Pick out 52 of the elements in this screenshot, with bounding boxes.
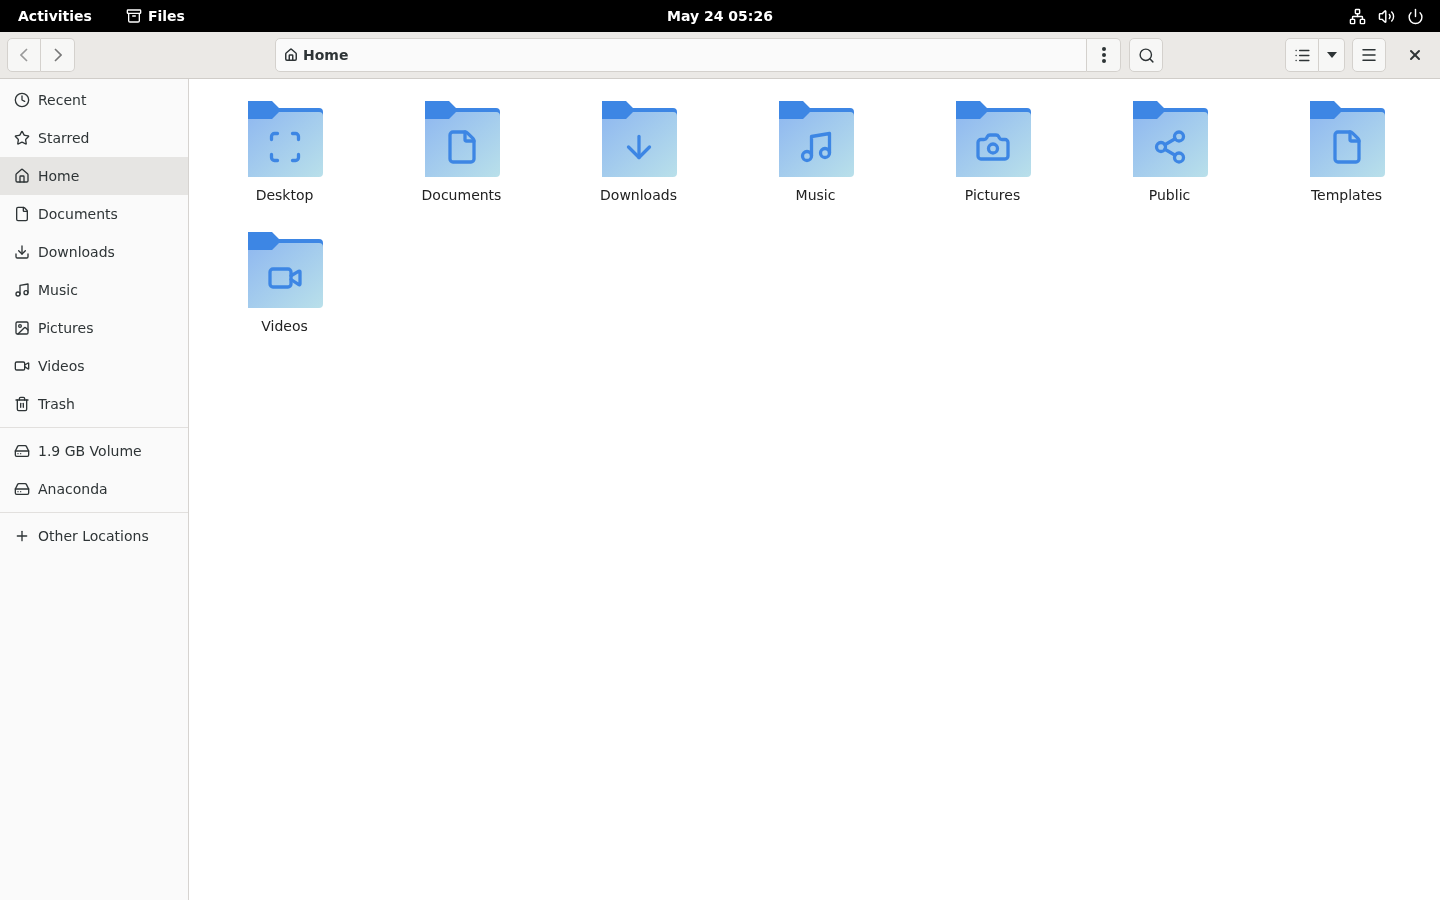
network-icon[interactable] <box>1349 7 1366 25</box>
drive-icon <box>14 481 30 497</box>
sidebar-item[interactable]: Recent <box>0 81 188 119</box>
menu-icon <box>1360 46 1378 64</box>
download-icon <box>14 244 30 260</box>
clock-label[interactable]: May 24 05:26 <box>667 8 773 24</box>
sidebar-item[interactable]: Home <box>0 157 188 195</box>
folder-name[interactable]: Documents <box>421 187 502 203</box>
folder-name[interactable]: Public <box>1148 187 1191 203</box>
activities-button[interactable]: Activities <box>18 8 92 24</box>
search-button[interactable] <box>1129 38 1163 72</box>
power-icon[interactable] <box>1407 7 1424 25</box>
caret-icon <box>1325 51 1338 59</box>
folder-name[interactable]: Downloads <box>600 187 677 203</box>
folder-name[interactable]: Desktop <box>255 187 314 203</box>
clock-icon <box>14 92 30 108</box>
app-menu-label[interactable]: Files <box>147 8 185 24</box>
star-icon <box>14 130 30 146</box>
trash-icon <box>14 396 30 412</box>
sidebar-item[interactable]: Music <box>0 271 188 309</box>
folder-name[interactable]: Videos <box>261 318 308 334</box>
sidebar-item[interactable]: Pictures <box>0 309 188 347</box>
sidebar-item[interactable]: 1.9 GB Volume <box>0 432 188 470</box>
close-icon <box>1407 47 1423 63</box>
path-home-button[interactable]: Home <box>284 47 349 63</box>
drive-icon <box>14 443 30 459</box>
folder-name[interactable]: Templates <box>1310 187 1383 203</box>
sidebar-item[interactable]: Starred <box>0 119 188 157</box>
video-camera-icon <box>14 358 30 374</box>
home-icon <box>284 48 298 62</box>
plus-icon <box>14 528 30 544</box>
more-options-button[interactable] <box>1087 38 1121 72</box>
document-icon <box>14 206 30 222</box>
volume-icon[interactable] <box>1378 7 1395 25</box>
home-icon <box>14 168 30 184</box>
menu-button[interactable] <box>1352 38 1386 72</box>
sidebar-item[interactable]: Documents <box>0 195 188 233</box>
sidebar-item[interactable]: Videos <box>0 347 188 385</box>
sidebar-item[interactable]: Anaconda <box>0 470 188 508</box>
sidebar-item[interactable]: Other Locations <box>0 517 188 555</box>
chevron-right-icon <box>53 48 62 62</box>
chevron-left-icon <box>20 48 28 62</box>
music-note-icon <box>14 282 30 298</box>
sidebar-item[interactable]: Downloads <box>0 233 188 271</box>
more-icon <box>1101 47 1106 63</box>
list-view-button[interactable] <box>1285 38 1319 72</box>
folder-name[interactable]: Music <box>795 187 836 203</box>
view-options-button[interactable] <box>1319 38 1345 72</box>
search-icon <box>1137 46 1155 64</box>
image-icon <box>14 320 30 336</box>
sidebar-item[interactable]: Trash <box>0 385 188 423</box>
folder-name[interactable]: Pictures <box>964 187 1021 203</box>
